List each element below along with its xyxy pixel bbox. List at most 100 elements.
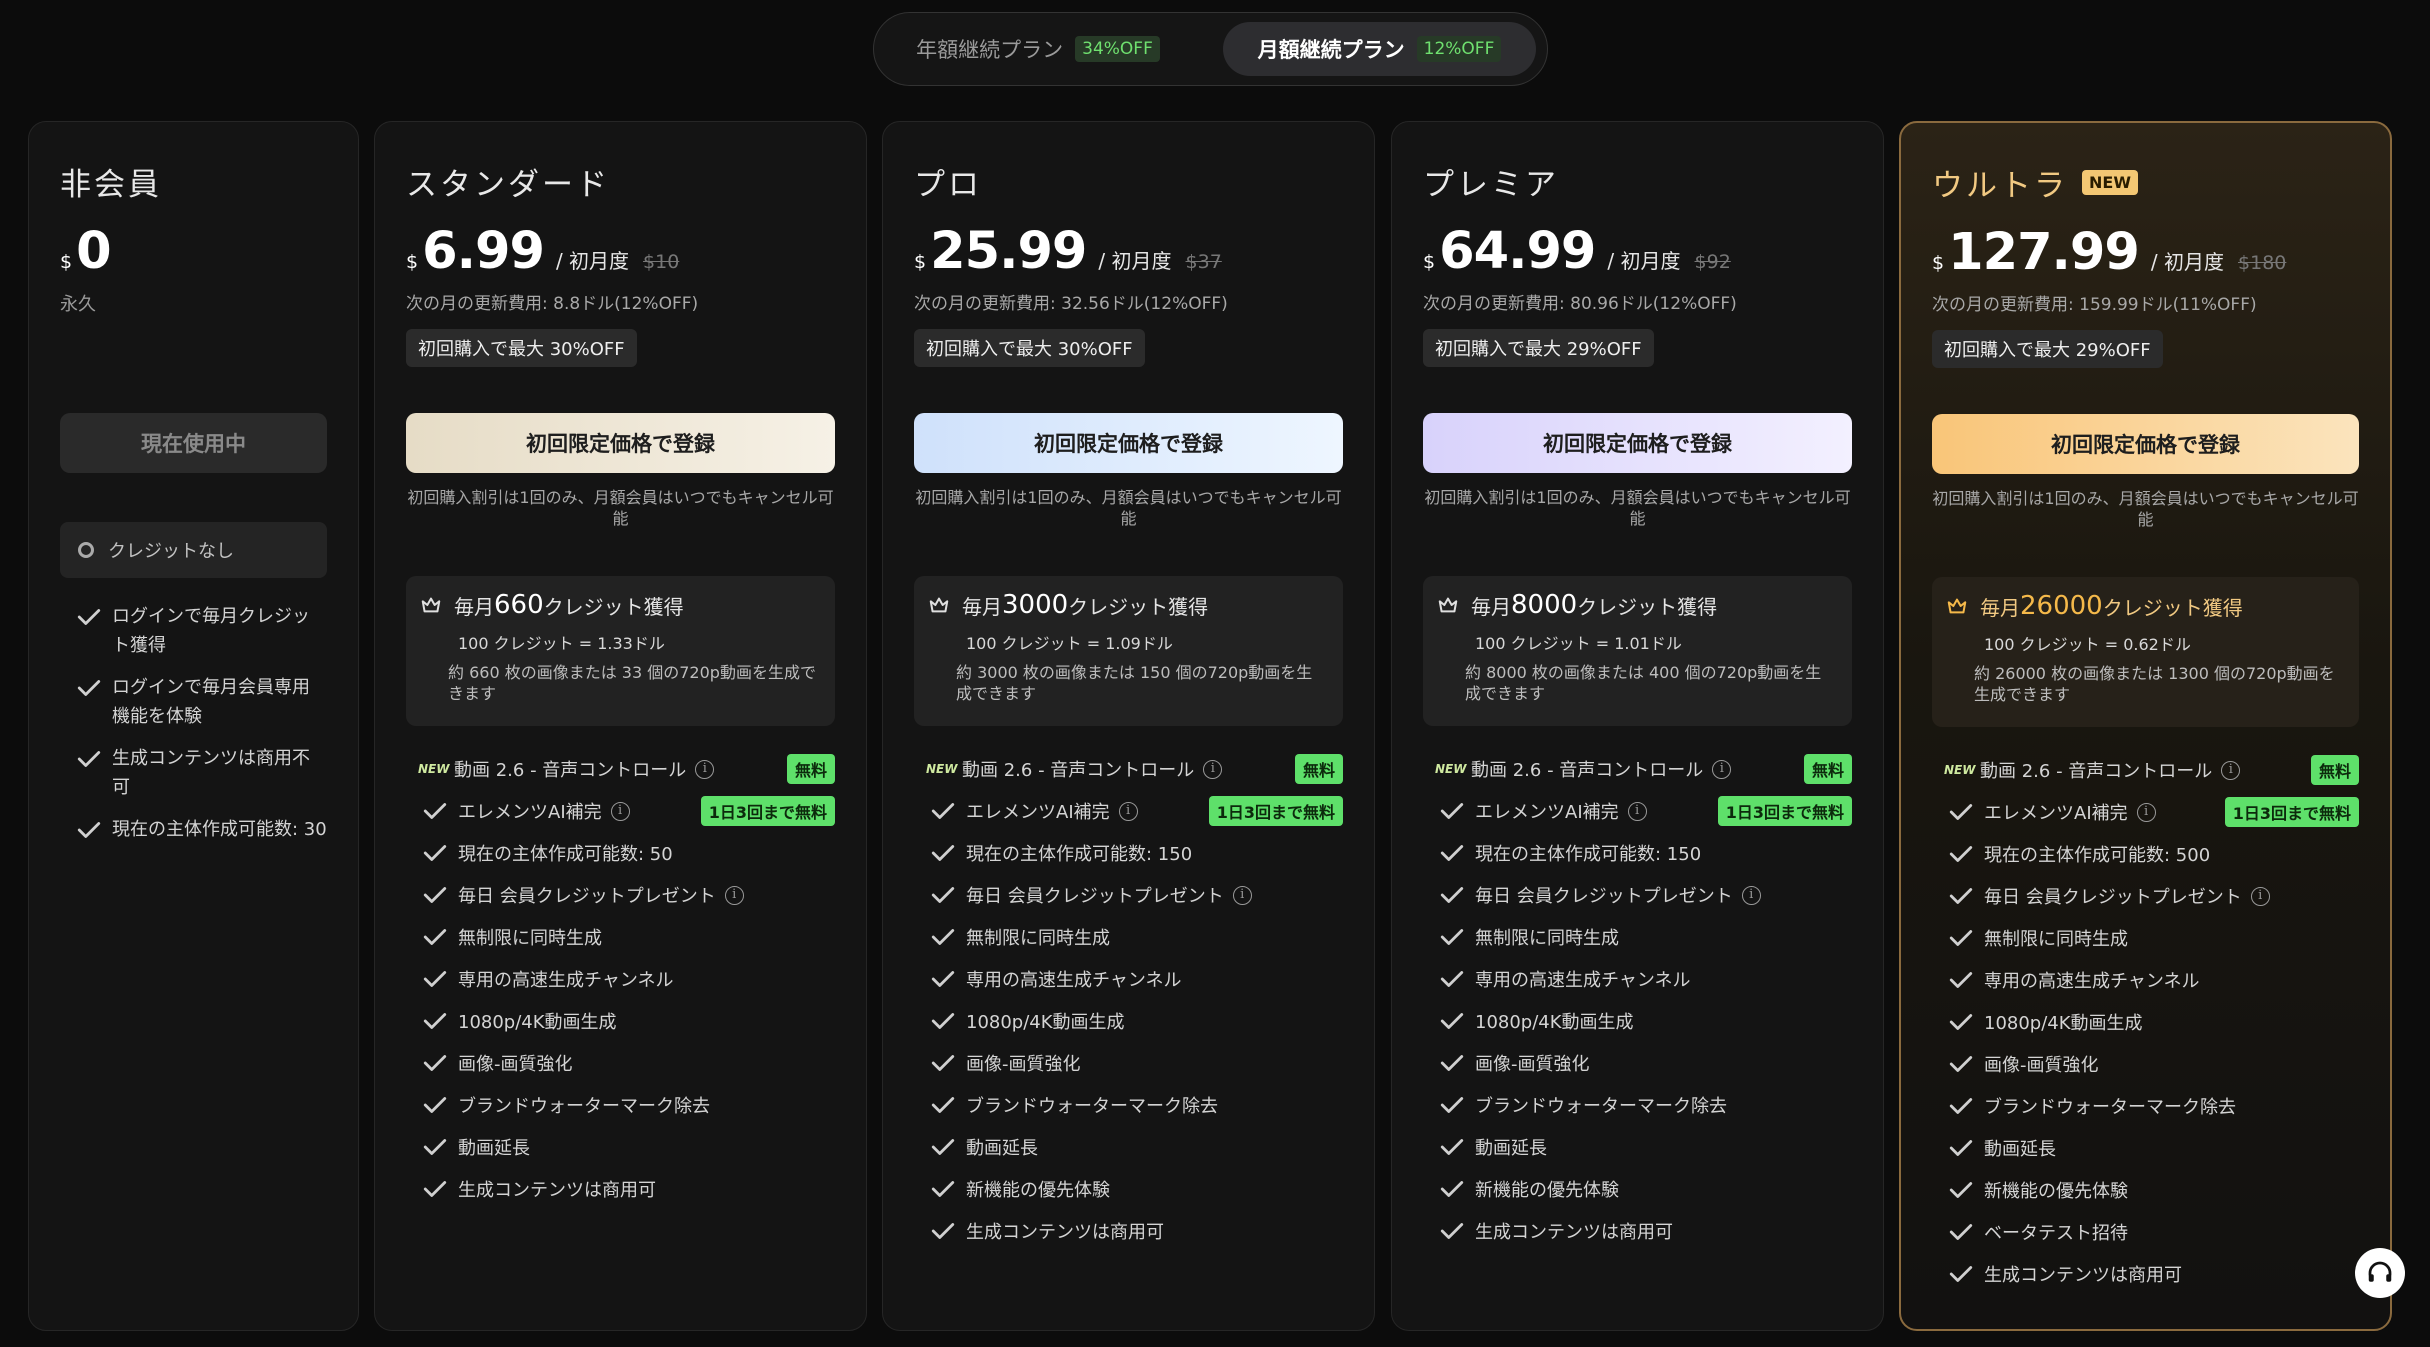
feature-text: 画像-画質強化 xyxy=(1475,1054,1590,1075)
check-icon xyxy=(1949,888,1973,904)
info-icon[interactable]: i xyxy=(2250,886,2270,906)
info-icon[interactable]: i xyxy=(1203,759,1223,779)
plan-name: スタンダード xyxy=(406,159,610,204)
subscribe-button[interactable]: 初回限定価格で登録 xyxy=(406,413,835,473)
subscribe-button[interactable]: 初回限定価格で登録 xyxy=(1932,414,2359,474)
check-icon xyxy=(423,803,447,819)
check-icon xyxy=(77,751,101,767)
support-chat-button[interactable] xyxy=(2355,1248,2405,1298)
check-icon xyxy=(931,971,955,987)
plan-card-standard: スタンダード $6.99 / 初月度 $10 次の月の更新費用: 8.8ドル(12%OF… xyxy=(374,121,867,1331)
feature-item: 専用の高速生成チャンネル xyxy=(1423,958,1852,1000)
pricing-page: 年額継続プラン 34%OFF 月額継続プラン 12%OFF 非会員 $ 0 永久… xyxy=(0,0,2430,1347)
feature-text: ベータテスト招待 xyxy=(1984,1223,2128,1244)
plan-price: $127.99 / 初月度 $180 xyxy=(1932,223,2286,282)
crown-icon xyxy=(421,597,441,613)
check-icon xyxy=(1440,1055,1464,1071)
credits-label: クレジットなし xyxy=(108,541,234,562)
info-icon[interactable]: i xyxy=(2221,760,2241,780)
subscribe-button[interactable]: 初回限定価格で登録 xyxy=(1423,413,1852,473)
feature-list: ログインで毎月クレジット獲得 ログインで毎月会員専用機能を体験 生成コンテンツは… xyxy=(60,602,327,857)
feature-text: エレメンツAI補完 xyxy=(458,802,602,823)
plan-card-free: 非会員 $ 0 永久 現在使用中 クレジットなし ログインで毎月クレジット獲得 … xyxy=(28,121,359,1331)
check-icon xyxy=(1440,1013,1464,1029)
price-period: 永久 xyxy=(60,294,96,315)
feature-item: ログインで毎月クレジット獲得 xyxy=(60,602,327,660)
crown-icon xyxy=(1438,597,1458,613)
info-icon[interactable]: i xyxy=(1118,801,1138,821)
feature-text: 専用の高速生成チャンネル xyxy=(1475,970,1691,991)
cancel-note: 初回購入割引は1回のみ、月額会員はいつでもキャンセル可能 xyxy=(915,488,1342,528)
info-icon[interactable]: i xyxy=(1232,885,1252,905)
feature-item: 無制限に同時生成 xyxy=(914,916,1343,958)
feature-item: NEW 動画 2.6 - 音声コントロール i 無料 xyxy=(1423,748,1852,790)
check-icon xyxy=(1440,1181,1464,1197)
info-icon[interactable]: i xyxy=(724,885,744,905)
feature-item: 現在の主体作成可能数: 500 xyxy=(1932,833,2359,875)
check-icon xyxy=(931,1139,955,1155)
check-icon xyxy=(423,1013,447,1029)
new-mini-label: NEW xyxy=(1944,763,1976,777)
check-icon xyxy=(1949,972,1973,988)
subscribe-button[interactable]: 初回限定価格で登録 xyxy=(914,413,1343,473)
currency-symbol: $ xyxy=(406,251,419,273)
info-icon[interactable]: i xyxy=(695,759,715,779)
tab-monthly-plan[interactable]: 月額継続プラン 12%OFF xyxy=(1223,22,1536,76)
price-period: / 初月度 xyxy=(1098,249,1172,273)
info-icon[interactable]: i xyxy=(610,801,630,821)
check-icon xyxy=(1949,1014,1973,1030)
annual-discount-badge: 34%OFF xyxy=(1075,36,1160,62)
feature-text: 生成コンテンツは商用可 xyxy=(1475,1222,1673,1243)
currency-symbol: $ xyxy=(60,251,73,273)
price-amount: 64.99 xyxy=(1439,222,1596,281)
feature-text: 1080p/4K動画生成 xyxy=(1984,1013,2143,1034)
check-icon xyxy=(77,609,101,625)
check-icon xyxy=(423,971,447,987)
crown-icon xyxy=(1947,598,1967,614)
check-icon xyxy=(1440,929,1464,945)
credits-amount: 8000 xyxy=(1511,590,1578,620)
new-mini-label: NEW xyxy=(926,762,958,776)
credits-suffix: クレジット獲得 xyxy=(2102,595,2243,620)
credits-box: 毎月 26000 クレジット獲得 100 クレジット = 0.62ドル約 26000 … xyxy=(1932,577,2359,727)
feature-item: 1080p/4K動画生成 xyxy=(1932,1001,2359,1043)
feature-text: 1080p/4K動画生成 xyxy=(458,1012,617,1033)
tab-annual-plan[interactable]: 年額継続プラン 34%OFF xyxy=(888,22,1188,76)
feature-text: 1080p/4K動画生成 xyxy=(1475,1012,1634,1033)
info-icon[interactable]: i xyxy=(1712,759,1732,779)
price-period: / 初月度 xyxy=(1607,249,1681,273)
check-icon xyxy=(931,1055,955,1071)
price-period: / 初月度 xyxy=(555,249,630,273)
feature-text: 画像-画質強化 xyxy=(966,1054,1081,1075)
feature-item: 生成コンテンツは商用可 xyxy=(406,1168,835,1210)
billing-toggle: 年額継続プラン 34%OFF 月額継続プラン 12%OFF xyxy=(873,12,1548,86)
feature-item: 新機能の優先体験 xyxy=(1932,1169,2359,1211)
feature-text: 動画延長 xyxy=(966,1138,1038,1159)
info-icon[interactable]: i xyxy=(2136,802,2156,822)
feature-item: 無制限に同時生成 xyxy=(406,916,835,958)
feature-item: NEW 動画 2.6 - 音声コントロール i 無料 xyxy=(914,748,1343,790)
feature-item: NEW 動画 2.6 - 音声コントロール i 無料 xyxy=(1932,749,2359,791)
feature-text: 画像-画質強化 xyxy=(458,1054,573,1075)
limit-badge: 1日3回まで無料 xyxy=(700,796,835,826)
feature-text: 動画 2.6 - 音声コントロール xyxy=(962,760,1195,781)
info-icon[interactable]: i xyxy=(1741,885,1761,905)
credits-prefix: 毎月 xyxy=(1980,595,2020,620)
feature-text: 現在の主体作成可能数: 150 xyxy=(1475,844,1702,865)
check-icon xyxy=(1440,887,1464,903)
feature-text: ブランドウォーターマーク除去 xyxy=(1475,1096,1727,1117)
check-icon xyxy=(1440,845,1464,861)
credits-amount: 660 xyxy=(494,590,544,620)
info-icon[interactable]: i xyxy=(1627,801,1647,821)
price-amount: 0 xyxy=(76,222,111,281)
monthly-discount-badge: 12%OFF xyxy=(1416,36,1502,62)
credits-suffix: クレジット獲得 xyxy=(1577,594,1718,619)
feature-item: 現在の主体作成可能数: 30 xyxy=(60,815,327,844)
check-icon xyxy=(423,1139,447,1155)
circle-icon xyxy=(78,542,94,558)
feature-item: 専用の高速生成チャンネル xyxy=(1932,959,2359,1001)
promo-badge: 初回購入で最大 30%OFF xyxy=(406,329,637,367)
current-plan-button[interactable]: 現在使用中 xyxy=(60,413,327,473)
feature-item: 毎日 会員クレジットプレゼント i xyxy=(1423,874,1852,916)
check-icon xyxy=(423,929,447,945)
